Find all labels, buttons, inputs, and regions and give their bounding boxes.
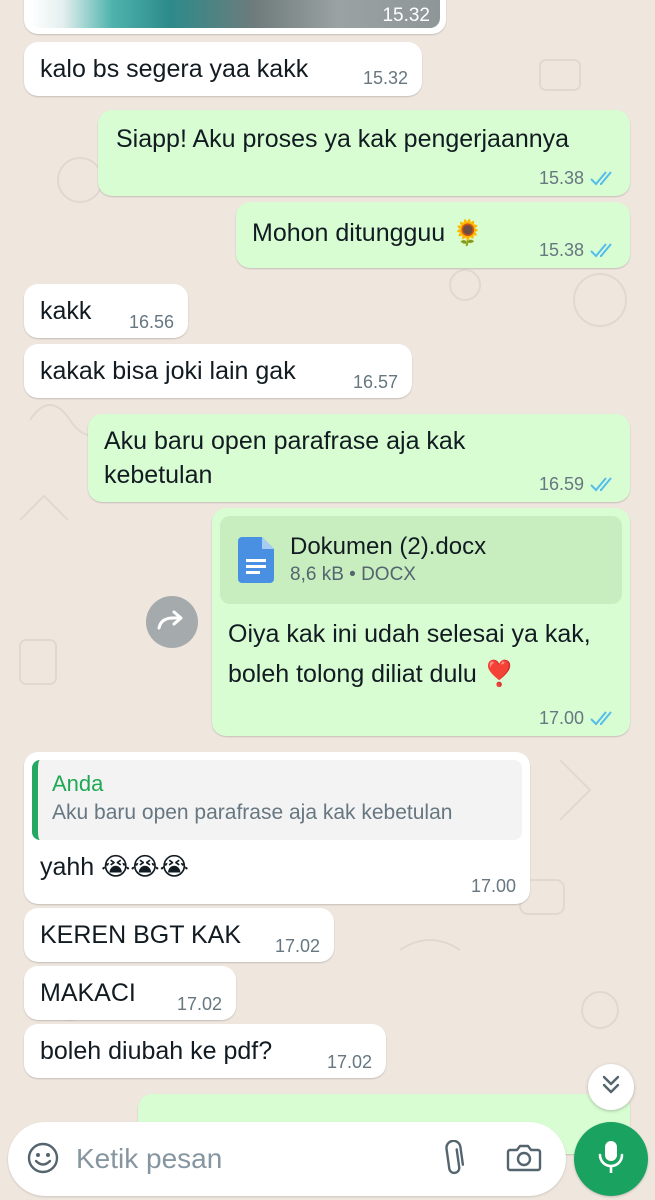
message-time: 15.32 [362,68,408,88]
forward-icon [157,608,187,637]
message-time: 17.00 [470,876,516,896]
incoming-message[interactable]: kalo bs segera yaa kakk 15.32 [24,42,422,96]
message-text: Oiya kak ini udah selesai ya kak, boleh … [228,620,591,688]
scroll-to-bottom-button[interactable] [588,1064,634,1110]
document-name: Dokumen (2).docx [290,533,487,560]
incoming-message[interactable]: kakk 16.56 [24,284,188,338]
double-check-icon [590,242,616,258]
message-input[interactable] [76,1136,416,1182]
message-time: 17.00 [538,708,584,728]
outgoing-document-message[interactable]: Dokumen (2).docx 8,6 kB • DOCX Oiya kak … [212,508,630,736]
double-check-icon [590,710,616,726]
message-time: 16.57 [352,372,398,392]
incoming-message[interactable]: kakak bisa joki lain gak 16.57 [24,344,412,398]
outgoing-message[interactable]: Siapp! Aku proses ya kak pengerjaannya 1… [98,110,630,196]
document-info: 8,6 kB • DOCX [290,564,416,585]
message-composer [8,1122,566,1196]
message-text: yahh 😭😭😭 [40,853,189,881]
mic-button[interactable] [574,1122,648,1196]
quote-author: Anda [52,771,104,796]
message-time: 17.02 [326,1052,372,1072]
emoji-icon[interactable] [26,1141,60,1180]
image-message[interactable]: 15.32 [24,0,446,34]
document-attachment[interactable]: Dokumen (2).docx 8,6 kB • DOCX [220,516,622,604]
message-text: kalo bs segera yaa kakk [40,55,309,83]
message-time: 15.38 [538,240,584,260]
incoming-reply-message[interactable]: Anda Aku baru open parafrase aja kak keb… [24,752,530,904]
message-text: kakak bisa joki lain gak [40,357,296,385]
message-time: 16.59 [538,474,584,494]
message-time: 15.38 [538,168,584,188]
message-text: Aku baru open parafrase aja kak kebetula… [104,427,466,489]
double-chevron-down-icon [600,1074,622,1101]
image-thumbnail[interactable]: 15.32 [30,0,440,28]
camera-icon[interactable] [506,1142,542,1179]
double-check-icon [590,170,616,186]
document-icon [238,537,276,583]
double-check-icon [590,476,616,492]
quoted-message[interactable]: Anda Aku baru open parafrase aja kak keb… [32,760,522,840]
incoming-message[interactable]: MAKACI 17.02 [24,966,236,1020]
message-time: 17.02 [176,994,222,1014]
outgoing-message[interactable]: Aku baru open parafrase aja kak kebetula… [88,414,630,502]
message-text: Siapp! Aku proses ya kak pengerjaannya [116,125,570,153]
quote-text: Aku baru open parafrase aja kak kebetula… [52,801,453,824]
message-time: 17.02 [274,936,320,956]
forward-button[interactable] [146,596,198,648]
message-time: 16.56 [128,312,174,332]
incoming-message[interactable]: boleh diubah ke pdf? 17.02 [24,1024,386,1078]
paperclip-icon[interactable] [440,1139,466,1183]
message-time: 15.32 [382,5,430,26]
outgoing-message[interactable]: Mohon ditungguu 🌻 15.38 [236,202,630,268]
message-text: boleh diubah ke pdf? [40,1037,273,1065]
incoming-message[interactable]: KEREN BGT KAK 17.02 [24,908,334,962]
mic-icon [598,1139,624,1180]
